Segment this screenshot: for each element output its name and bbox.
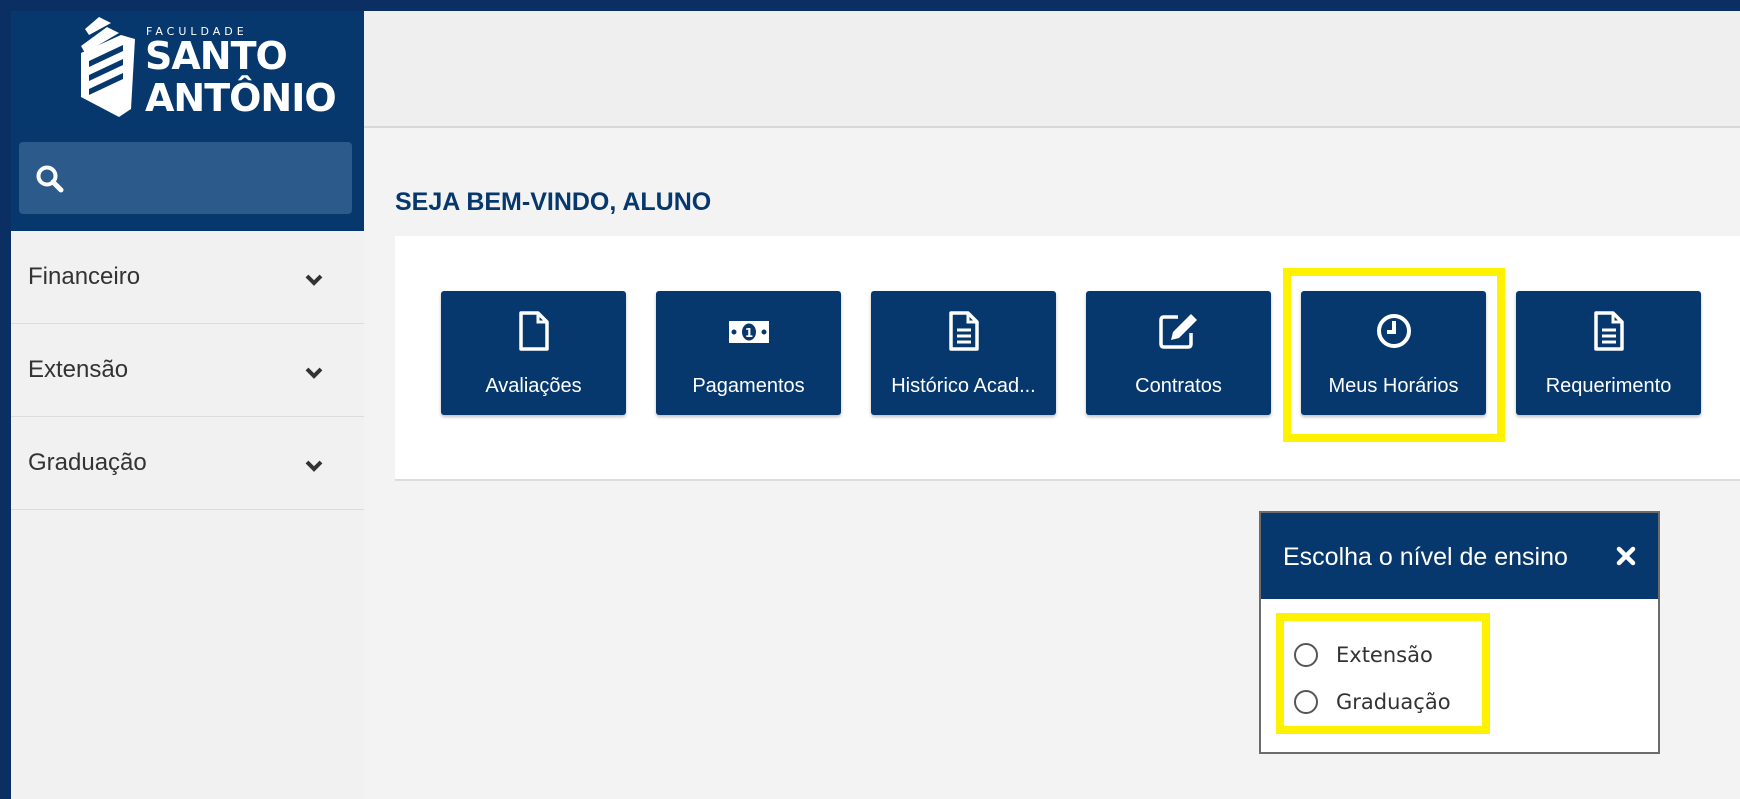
- chevron-down-icon[interactable]: [304, 459, 324, 473]
- dialog-header: Escolha o nível de ensino: [1261, 513, 1658, 599]
- logo-title-line2: ANTÔNIO: [145, 76, 337, 120]
- tile-avaliacoes[interactable]: Avaliações: [441, 291, 626, 415]
- chevron-down-icon[interactable]: [304, 366, 324, 380]
- logo-mark-icon: [81, 17, 135, 117]
- highlight-meus-horarios: [1283, 268, 1505, 442]
- search-area: [11, 128, 364, 231]
- logo[interactable]: FACULDADE SANTO ANTÔNIO: [11, 11, 364, 128]
- tile-contratos[interactable]: Contratos: [1086, 291, 1271, 415]
- text-document-icon: [1593, 311, 1624, 351]
- chevron-down-icon[interactable]: [304, 273, 324, 287]
- tile-label: Avaliações: [485, 375, 582, 397]
- tile-label: Requerimento: [1545, 375, 1672, 397]
- highlight-options: [1276, 613, 1490, 734]
- close-icon[interactable]: [1616, 546, 1636, 566]
- window-frame-left: [0, 0, 11, 799]
- sidebar-item-label: Extensão: [28, 356, 129, 383]
- top-bar: [364, 11, 1740, 128]
- tile-requerimento[interactable]: Requerimento: [1516, 291, 1701, 415]
- shortcuts-panel: Avaliações 1 Pagamentos Histórico Acad..…: [395, 236, 1740, 481]
- search-icon[interactable]: [35, 164, 65, 194]
- tile-pagamentos[interactable]: 1 Pagamentos: [656, 291, 841, 415]
- window-frame-top: [0, 0, 1740, 11]
- dialog-title: Escolha o nível de ensino: [1283, 543, 1568, 571]
- sidebar-item-financeiro[interactable]: Financeiro: [11, 231, 364, 324]
- tile-historico-academico[interactable]: Histórico Acad...: [871, 291, 1056, 415]
- tile-label: Contratos: [1135, 375, 1222, 397]
- sidebar-item-label: Graduação: [28, 449, 147, 476]
- tile-label: Histórico Acad...: [891, 375, 1036, 397]
- svg-text:1: 1: [744, 326, 752, 340]
- text-document-icon: [948, 311, 979, 351]
- tile-label: Pagamentos: [692, 375, 805, 397]
- page-title: SEJA BEM-VINDO, ALUNO: [395, 188, 712, 216]
- document-icon: [518, 311, 549, 351]
- edit-icon: [1158, 314, 1197, 349]
- search-input[interactable]: [19, 142, 352, 214]
- sidebar-item-extensao[interactable]: Extensão: [11, 324, 364, 417]
- sidebar-item-label: Financeiro: [28, 263, 141, 290]
- logo-title-line1: SANTO: [145, 34, 288, 78]
- sidebar: FACULDADE SANTO ANTÔNIO Financeiro Exten…: [11, 11, 364, 799]
- sidebar-menu: Financeiro Extensão Graduação: [11, 231, 364, 510]
- money-icon: 1: [728, 321, 769, 343]
- sidebar-item-graduacao[interactable]: Graduação: [11, 417, 364, 510]
